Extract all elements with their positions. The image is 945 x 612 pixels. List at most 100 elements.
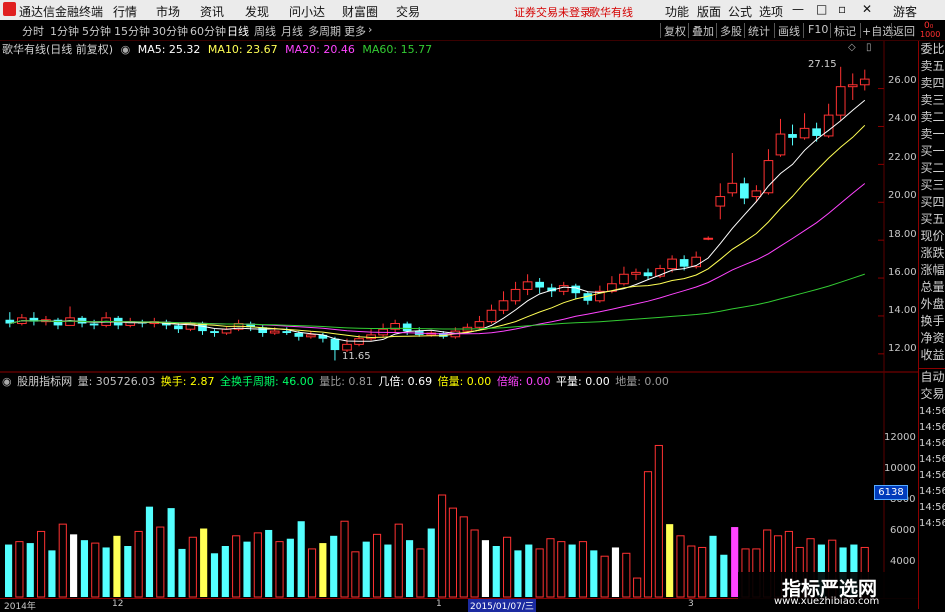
menu-item-discover[interactable]: 发现 [245,3,269,20]
panel-label[interactable]: 换手 [919,313,945,330]
panel-label[interactable]: 买三 [919,177,945,194]
tab-multi-period[interactable]: 多周期 [308,23,341,39]
panel-label[interactable]: 卖三 [919,92,945,109]
candle-body-down [53,319,63,326]
tab-daily[interactable]: 日线 [227,23,249,39]
kline-chart[interactable] [0,41,918,598]
volume-bar [5,544,13,597]
volume-bar [600,555,609,598]
tab-5min[interactable]: 5分钟 [82,23,111,39]
corner-number: 1000 [920,30,941,39]
volume-bar [297,521,305,597]
panel-label[interactable]: 委比 [919,41,945,58]
panel-label[interactable]: 买四 [919,194,945,211]
tab-1min[interactable]: 1分钟 [50,23,79,39]
tab-intraday[interactable]: 分时 [22,23,44,39]
tab-60min[interactable]: 60分钟 [190,23,226,39]
tab-monthly[interactable]: 月线 [281,23,303,39]
indicator-title[interactable]: 股朋指标网 [17,375,72,388]
menu-item-layout[interactable]: 版面 [697,3,721,20]
panel-label[interactable]: 交易 [919,386,945,403]
maximize-icon[interactable]: □ [816,2,827,16]
price-label: 12.00 [888,343,917,354]
volume-bar [372,533,382,598]
volume-bar [687,545,696,598]
menu-item-trade[interactable]: 交易 [396,3,420,20]
panel-label[interactable]: 卖二 [919,109,945,126]
tool-f10[interactable]: F10 [808,23,828,36]
tool-multi-stock[interactable]: 多股 [720,23,742,39]
tool-mark[interactable]: 标记 [834,23,856,39]
candle-body-up [703,237,714,240]
panel-label[interactable]: 涨跌 [919,245,945,262]
menu-item-news[interactable]: 资讯 [200,3,224,20]
volume-bar [156,526,165,598]
candle-body-up [366,334,376,340]
volume-bar [557,541,566,598]
panel-label[interactable]: 收益 [919,347,945,364]
menu-item-market[interactable]: 行情 [113,3,137,20]
tool-add-watchlist[interactable]: +自选 [862,23,893,39]
close-icon[interactable]: ✕ [862,2,872,16]
candle-body-down [89,323,99,326]
volume-bar [503,536,512,598]
tab-weekly[interactable]: 周线 [254,23,276,39]
menu-item-markets[interactable]: 市场 [156,3,180,20]
tool-overlay[interactable]: 叠加 [692,23,714,39]
panel-label[interactable]: 净资 [919,330,945,347]
minimize-icon[interactable]: — [792,2,804,16]
panel-label[interactable]: 自动 [919,368,945,386]
panel-label[interactable]: 卖四 [919,75,945,92]
indicator-settings-icon[interactable]: ◉ [2,375,12,388]
volume-bar [167,508,175,597]
panel-label[interactable]: 买一 [919,143,945,160]
volume-bar [578,541,588,598]
panel-label[interactable]: 买二 [919,160,945,177]
tab-15min[interactable]: 15分钟 [114,23,150,39]
candle-body-up [306,334,316,338]
candle-body-up [727,182,738,194]
login-status[interactable]: 证券交易未登录 [514,4,591,20]
tool-draw[interactable]: 画线 [778,23,800,39]
restore-icon[interactable]: ▫ [838,2,846,16]
volume-bar [307,548,317,598]
chart-settings-icon[interactable]: ◉ [121,43,131,56]
panel-label[interactable]: 卖一 [919,126,945,143]
guest-user[interactable]: 游客 [893,3,917,20]
period-toolbar: 分时 1分钟 5分钟 15分钟 30分钟 60分钟 日线 周线 月线 多周期 更… [0,21,945,41]
ma60-value: MA60: 15.77 [362,43,433,56]
menu-item-assistant[interactable]: 问小达 [289,3,325,20]
volume-bar [568,544,576,597]
volume-bar [70,534,78,597]
volume-bar [340,520,349,598]
volume-bar [48,550,56,597]
tab-more[interactable]: 更多 [344,23,366,39]
menu-item-function[interactable]: 功能 [665,3,689,20]
panel-label[interactable]: 外盘 [919,296,945,313]
volume-bar [698,546,707,598]
more-arrow-icon[interactable]: › [368,23,372,36]
ma10-line [9,124,866,339]
panel-label[interactable]: 买五 [919,211,945,228]
candle-body-up [498,300,509,311]
menu-item-formula[interactable]: 公式 [728,3,752,20]
volume-bar [362,541,370,597]
tool-stats[interactable]: 统计 [748,23,770,39]
panel-label[interactable]: 涨幅 [919,262,945,279]
candle-body-down [679,259,689,267]
chart-title[interactable]: 歌华有线(日线 前复权) [2,43,113,56]
volume-bar [102,547,110,597]
trade-time: 14:56 [919,422,945,433]
tool-back[interactable]: 返回 [893,23,915,39]
tool-adjust[interactable]: 复权 [664,23,686,39]
diamond-icon[interactable]: ◇ [848,42,856,53]
candle-body-up [631,271,641,275]
volume-bar [622,552,631,598]
panel-label[interactable]: 总量 [919,279,945,296]
panel-label[interactable]: 现价 [919,228,945,245]
tab-30min[interactable]: 30分钟 [152,23,188,39]
menu-item-options[interactable]: 选项 [759,3,783,20]
collapse-icon[interactable]: ▯ [866,42,872,53]
menu-item-wealth[interactable]: 财富圈 [342,3,378,20]
panel-label[interactable]: 卖五 [919,58,945,75]
